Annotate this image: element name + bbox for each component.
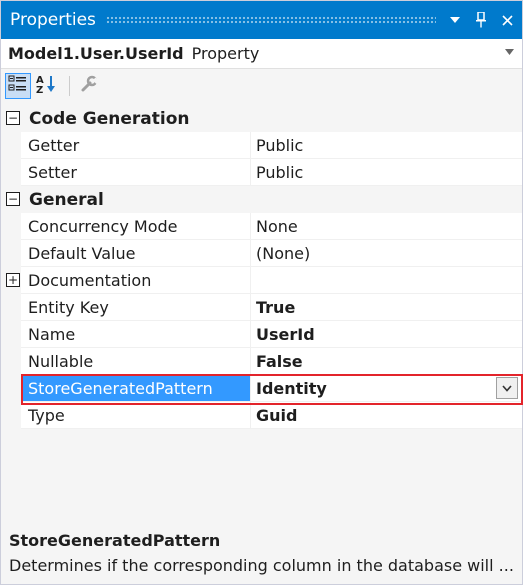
property-row-nullable[interactable]: Nullable False xyxy=(1,348,522,375)
property-name: Getter xyxy=(21,132,250,159)
property-name: Type xyxy=(21,402,250,429)
category-label: Code Generation xyxy=(29,108,190,129)
title-bar[interactable]: Properties xyxy=(1,1,522,39)
row-gutter xyxy=(1,402,21,429)
property-value[interactable]: Guid xyxy=(250,402,522,429)
drag-grip[interactable] xyxy=(105,16,436,24)
property-value[interactable]: None xyxy=(250,213,522,240)
categorized-button[interactable] xyxy=(5,73,31,99)
property-value[interactable]: UserId xyxy=(250,321,522,348)
property-pages-button[interactable] xyxy=(76,73,102,99)
property-value-select[interactable]: Identity xyxy=(250,375,522,402)
category-code-generation[interactable]: − Code Generation xyxy=(1,105,522,132)
property-value[interactable]: Public xyxy=(250,132,522,159)
property-name: Concurrency Mode xyxy=(21,213,250,240)
row-gutter xyxy=(1,213,21,240)
description-panel: StoreGeneratedPattern Determines if the … xyxy=(1,525,522,584)
collapse-icon[interactable]: − xyxy=(6,192,20,206)
row-gutter xyxy=(1,294,21,321)
row-gutter xyxy=(1,240,21,267)
property-row-type[interactable]: Type Guid xyxy=(1,402,522,429)
property-value[interactable]: (None) xyxy=(250,240,522,267)
collapse-icon[interactable]: − xyxy=(6,111,20,125)
property-row-store-generated-pattern[interactable]: StoreGeneratedPattern Identity xyxy=(1,375,522,402)
value-dropdown-button[interactable] xyxy=(496,377,518,399)
property-row-getter[interactable]: Getter Public xyxy=(1,132,522,159)
toolbar-separator xyxy=(69,76,70,96)
row-gutter xyxy=(1,159,21,186)
property-row-setter[interactable]: Setter Public xyxy=(1,159,522,186)
window-position-dropdown-icon[interactable] xyxy=(444,9,466,31)
close-icon[interactable] xyxy=(496,9,518,31)
pin-icon[interactable] xyxy=(470,9,492,31)
property-value[interactable]: Public xyxy=(250,159,522,186)
property-row-documentation[interactable]: + Documentation xyxy=(1,267,522,294)
property-value[interactable] xyxy=(250,267,522,294)
property-value[interactable]: True xyxy=(250,294,522,321)
property-name: Name xyxy=(21,321,250,348)
property-grid: − Code Generation Getter Public Setter P… xyxy=(1,105,522,429)
row-gutter xyxy=(1,132,21,159)
property-row-entity-key[interactable]: Entity Key True xyxy=(1,294,522,321)
object-selector[interactable]: Model1.User.UserId Property xyxy=(1,39,522,69)
description-title: StoreGeneratedPattern xyxy=(9,531,221,550)
object-name: Model1.User.UserId xyxy=(8,44,184,63)
toolbar: A Z xyxy=(1,69,522,103)
sort-alphabetical-icon: A Z xyxy=(36,74,58,98)
property-name: StoreGeneratedPattern xyxy=(21,375,250,402)
category-general[interactable]: − General xyxy=(1,186,522,213)
description-text: Determines if the corresponding column i… xyxy=(9,556,514,575)
property-name: Default Value xyxy=(21,240,250,267)
property-name: Setter xyxy=(21,159,250,186)
wrench-icon xyxy=(80,75,100,97)
alphabetical-button[interactable]: A Z xyxy=(34,73,60,99)
properties-window: Properties Model1.User.UserId Property A… xyxy=(0,0,523,585)
chevron-down-icon xyxy=(502,384,512,392)
property-name: Nullable xyxy=(21,348,250,375)
object-type: Property xyxy=(191,44,260,63)
property-row-name[interactable]: Name UserId xyxy=(1,321,522,348)
window-title: Properties xyxy=(10,10,96,30)
object-selector-dropdown-icon[interactable] xyxy=(505,47,514,58)
property-row-concurrency-mode[interactable]: Concurrency Mode None xyxy=(1,213,522,240)
property-name: Documentation xyxy=(21,267,250,294)
row-gutter xyxy=(1,375,21,402)
property-row-default-value[interactable]: Default Value (None) xyxy=(1,240,522,267)
row-gutter xyxy=(1,348,21,375)
categorized-icon xyxy=(8,75,28,97)
expand-icon[interactable]: + xyxy=(6,273,20,287)
row-gutter: + xyxy=(1,267,21,294)
property-value[interactable]: False xyxy=(250,348,522,375)
row-gutter xyxy=(1,321,21,348)
property-value: Identity xyxy=(256,378,327,398)
category-label: General xyxy=(29,189,104,210)
property-name: Entity Key xyxy=(21,294,250,321)
svg-text:Z: Z xyxy=(36,85,43,94)
